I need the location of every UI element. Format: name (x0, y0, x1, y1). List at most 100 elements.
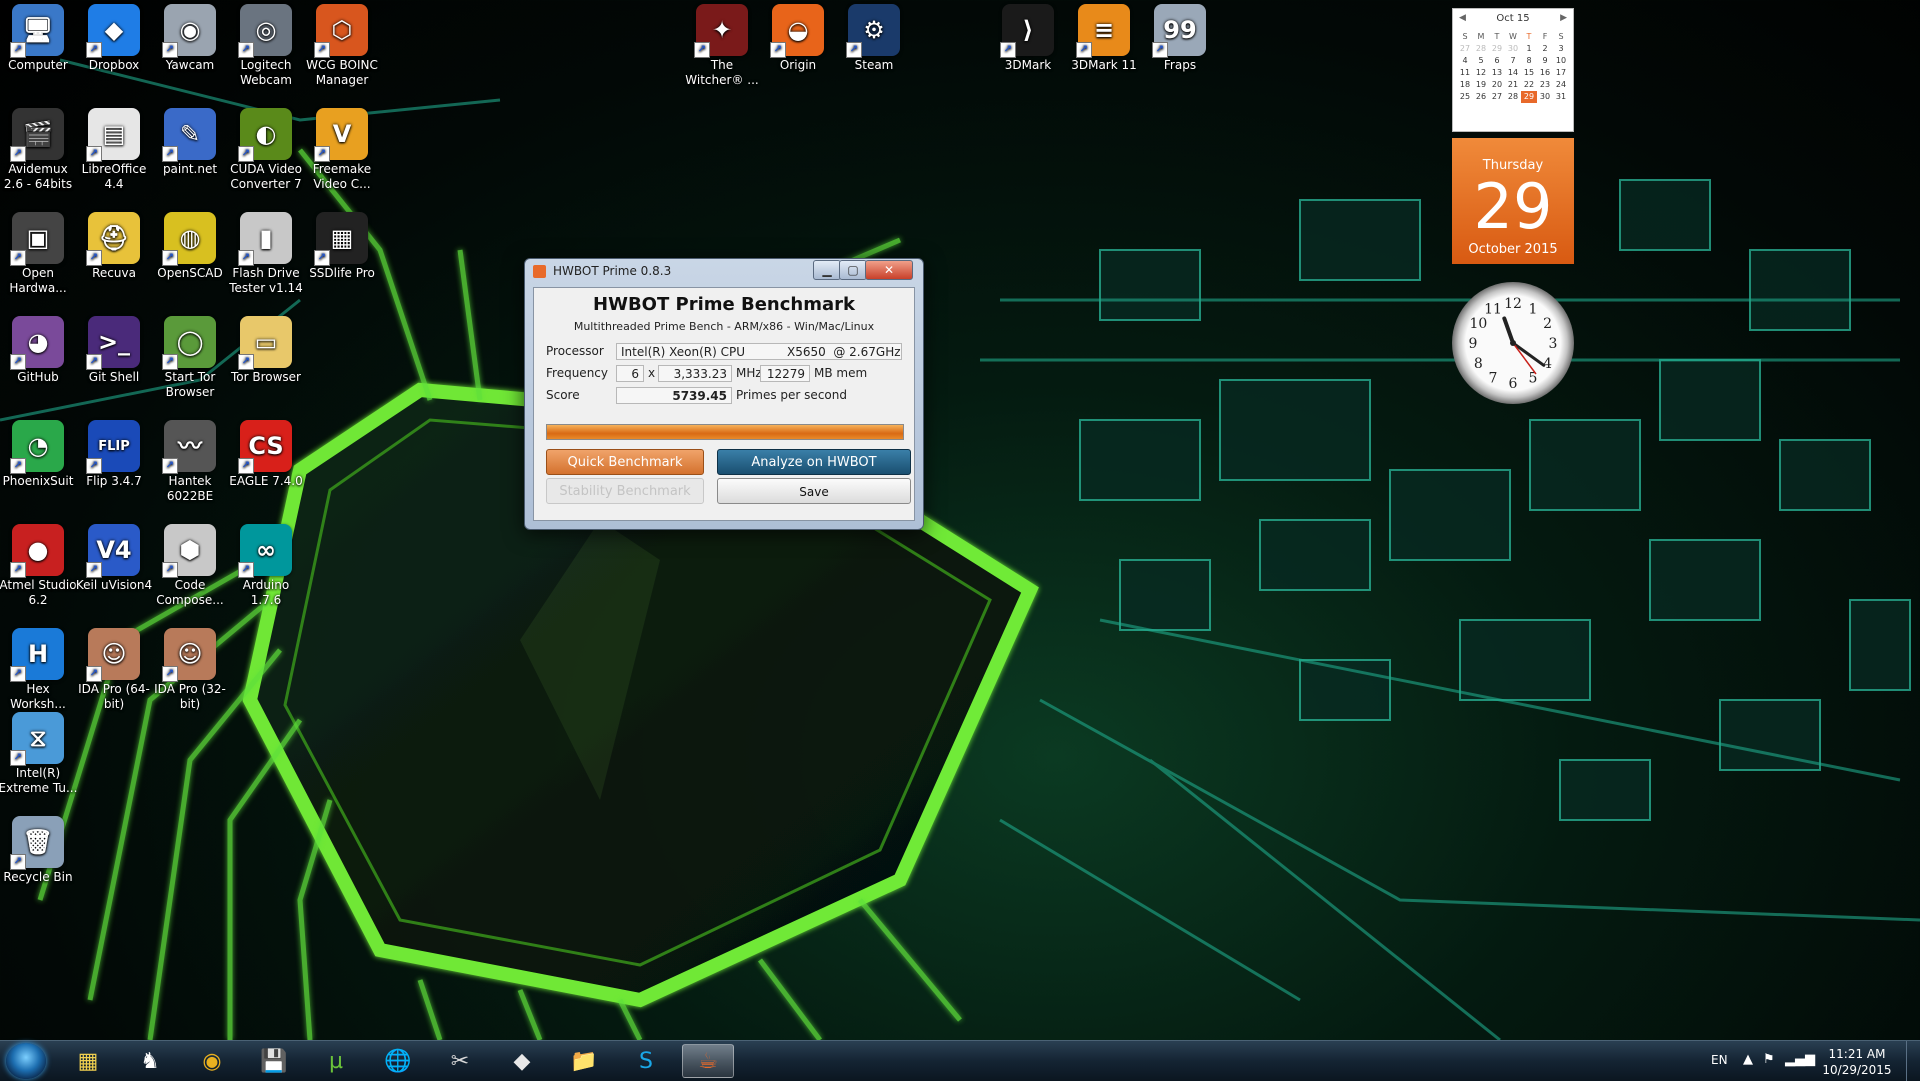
calendar-day[interactable]: 11 (1457, 67, 1473, 79)
utorrent-icon[interactable]: µ (310, 1044, 362, 1078)
calendar-day[interactable]: 14 (1505, 67, 1521, 79)
desktop-icon[interactable]: ● ↗ Atmel Studio 6.2 (0, 524, 78, 608)
clock-gadget[interactable]: 12 1 2 3 4 5 6 7 8 9 10 11 (1452, 282, 1574, 404)
calendar-day[interactable]: 30 (1505, 43, 1521, 55)
desktop-icon[interactable]: ◉ ↗ Yawcam (150, 4, 230, 73)
desktop-icon[interactable]: FLIP ↗ Flip 3.4.7 (74, 420, 154, 489)
calendar-day[interactable]: 19 (1473, 79, 1489, 91)
calendar-day[interactable]: 27 (1489, 91, 1505, 103)
calendar-day[interactable]: 13 (1489, 67, 1505, 79)
java-icon[interactable]: ☕ (682, 1044, 734, 1078)
skype-icon[interactable]: S (620, 1044, 672, 1078)
calendar-day[interactable]: 1 (1521, 43, 1537, 55)
desktop-icon[interactable]: 🎬 ↗ Avidemux 2.6 - 64bits (0, 108, 78, 192)
show-desktop-button[interactable] (1906, 1041, 1920, 1081)
hwbot-prime-window[interactable]: HWBOT Prime 0.8.3 ▁ ▢ ✕ HWBOT Prime Benc… (524, 258, 924, 530)
inkscape-icon[interactable]: ◆ (496, 1044, 548, 1078)
desktop-icon[interactable]: V4 ↗ Keil uVision4 (74, 524, 154, 593)
maximize-button[interactable]: ▢ (839, 260, 867, 280)
desktop-icon[interactable]: ▦ ↗ SSDlife Pro (302, 212, 382, 281)
desktop-icon[interactable]: ◆ ↗ Dropbox (74, 4, 154, 73)
calendar-day-view[interactable]: Thursday 29 October 2015 (1452, 138, 1574, 264)
desktop-icon[interactable]: ☺ ↗ IDA Pro (64-bit) (74, 628, 154, 712)
explorer-folder-icon[interactable]: 📁 (558, 1044, 610, 1078)
calendar-day[interactable]: 28 (1473, 43, 1489, 55)
desktop-icon[interactable]: ⟩ ↗ 3DMark (988, 4, 1068, 73)
minimize-button[interactable]: ▁ (813, 260, 841, 280)
calendar-day[interactable]: 29 (1489, 43, 1505, 55)
calendar-day[interactable]: 28 (1505, 91, 1521, 103)
calendar-day[interactable]: 7 (1505, 55, 1521, 67)
calendar-day[interactable]: 25 (1457, 91, 1473, 103)
calendar-day[interactable]: 24 (1553, 79, 1569, 91)
desktop-icon[interactable]: 〰 ↗ Hantek 6022BE (150, 420, 230, 504)
calendar-day[interactable]: 17 (1553, 67, 1569, 79)
desktop-icon[interactable]: ⚙ ↗ Steam (834, 4, 914, 73)
desktop-icon[interactable]: ◕ ↗ GitHub (0, 316, 78, 385)
desktop-icon[interactable]: ▣ ↗ Open Hardwa... (0, 212, 78, 296)
calendar-day[interactable]: 20 (1489, 79, 1505, 91)
calendar-day[interactable]: 18 (1457, 79, 1473, 91)
wrench-tools-icon[interactable]: ✂ (434, 1044, 486, 1078)
calendar-day[interactable]: 12 (1473, 67, 1489, 79)
calendar-day[interactable]: 26 (1473, 91, 1489, 103)
calendar-day[interactable]: 10 (1553, 55, 1569, 67)
fox-icon[interactable]: ♞ (124, 1044, 176, 1078)
desktop-icon[interactable]: ≡ ↗ 3DMark 11 (1064, 4, 1144, 73)
calendar-gadget[interactable]: ◀ Oct 15 ▶ S M T W T F S 27 28 29 30 1 2 3 4 5 6 7 8 9 10 11 1… (1452, 8, 1574, 264)
desktop-icon[interactable]: ⛑ ↗ Recuva (74, 212, 154, 281)
desktop-icon[interactable]: ⬡ ↗ WCG BOINC Manager (302, 4, 382, 88)
calendar-day[interactable]: 29 (1521, 91, 1537, 103)
desktop-icon[interactable]: ◒ ↗ Origin (758, 4, 838, 73)
taskbar-date[interactable]: 10/29/2015 (1812, 1063, 1902, 1077)
start-screen-icon[interactable]: ▦ (62, 1044, 114, 1078)
desktop-icon[interactable]: ◐ ↗ CUDA Video Converter 7 (226, 108, 306, 192)
calendar-day[interactable]: 9 (1537, 55, 1553, 67)
desktop-icon[interactable]: 99 ↗ Fraps (1140, 4, 1220, 73)
desktop-icon[interactable]: ◯ ↗ Start Tor Browser (150, 316, 230, 400)
calendar-next-icon[interactable]: ▶ (1560, 13, 1567, 23)
calendar-day[interactable]: 5 (1473, 55, 1489, 67)
desktop-icon[interactable]: ◔ ↗ PhoenixSuit (0, 420, 78, 489)
desktop-icon[interactable]: H ↗ Hex Worksh... (0, 628, 78, 712)
calendar-day[interactable]: 31 (1553, 91, 1569, 103)
desktop-icon[interactable]: ◎ ↗ Logitech Webcam (226, 4, 306, 88)
desktop-icon[interactable]: ⧖ ↗ Intel(R) Extreme Tu... (0, 712, 78, 796)
close-button[interactable]: ✕ (865, 260, 913, 280)
stability-benchmark-button[interactable]: Stability Benchmark (546, 478, 704, 504)
calendar-day[interactable]: 30 (1537, 91, 1553, 103)
window-title-bar[interactable]: HWBOT Prime 0.8.3 ▁ ▢ ✕ (525, 259, 923, 283)
network-signal-icon[interactable]: ▂▄▆ (1785, 1052, 1815, 1067)
show-hidden-icons-icon[interactable]: ▲ (1743, 1052, 1753, 1067)
desktop-icon[interactable]: ◍ ↗ OpenSCAD (150, 212, 230, 281)
desktop-icon[interactable]: ▤ ↗ LibreOffice 4.4 (74, 108, 154, 192)
desktop-icon[interactable]: ▭ ↗ Tor Browser (226, 316, 306, 385)
desktop-icon[interactable]: CS ↗ EAGLE 7.4.0 (226, 420, 306, 489)
quick-benchmark-button[interactable]: Quick Benchmark (546, 449, 704, 475)
calendar-day[interactable]: 6 (1489, 55, 1505, 67)
desktop-icon[interactable]: 🗑 ↗ Recycle Bin (0, 816, 78, 885)
calendar-day[interactable]: 8 (1521, 55, 1537, 67)
calendar-day[interactable]: 27 (1457, 43, 1473, 55)
desktop-icon[interactable]: ✦ ↗ The Witcher® ... (682, 4, 762, 88)
calendar-day[interactable]: 22 (1521, 79, 1537, 91)
taskbar-time[interactable]: 11:21 AM (1812, 1047, 1902, 1061)
calendar-day[interactable]: 3 (1553, 43, 1569, 55)
desktop-icon[interactable]: ⬢ ↗ Code Compose... (150, 524, 230, 608)
analyze-on-hwbot-button[interactable]: Analyze on HWBOT (717, 449, 911, 475)
calendar-day[interactable]: 15 (1521, 67, 1537, 79)
calendar-day[interactable]: 23 (1537, 79, 1553, 91)
network-globe-icon[interactable]: 🌐 (372, 1044, 424, 1078)
desktop-icon[interactable]: >_ ↗ Git Shell (74, 316, 154, 385)
desktop-icon[interactable]: ∞ ↗ Arduino 1.7.6 (226, 524, 306, 608)
action-center-flag-icon[interactable]: ⚑ (1763, 1052, 1775, 1067)
desktop-icon[interactable]: 🖥 ↗ Computer (0, 4, 78, 73)
chrome-icon[interactable]: ◉ (186, 1044, 238, 1078)
start-button[interactable] (6, 1043, 46, 1079)
save-button[interactable]: Save (717, 478, 911, 504)
calendar-day[interactable]: 21 (1505, 79, 1521, 91)
desktop-icon[interactable]: ✎ ↗ paint.net (150, 108, 230, 177)
calendar-month-view[interactable]: ◀ Oct 15 ▶ S M T W T F S 27 28 29 30 1 2 3 4 5 6 7 8 9 10 11 1… (1452, 8, 1574, 132)
calendar-day[interactable]: 4 (1457, 55, 1473, 67)
desktop-icon[interactable]: ▮ ↗ Flash Drive Tester v1.14 (226, 212, 306, 296)
